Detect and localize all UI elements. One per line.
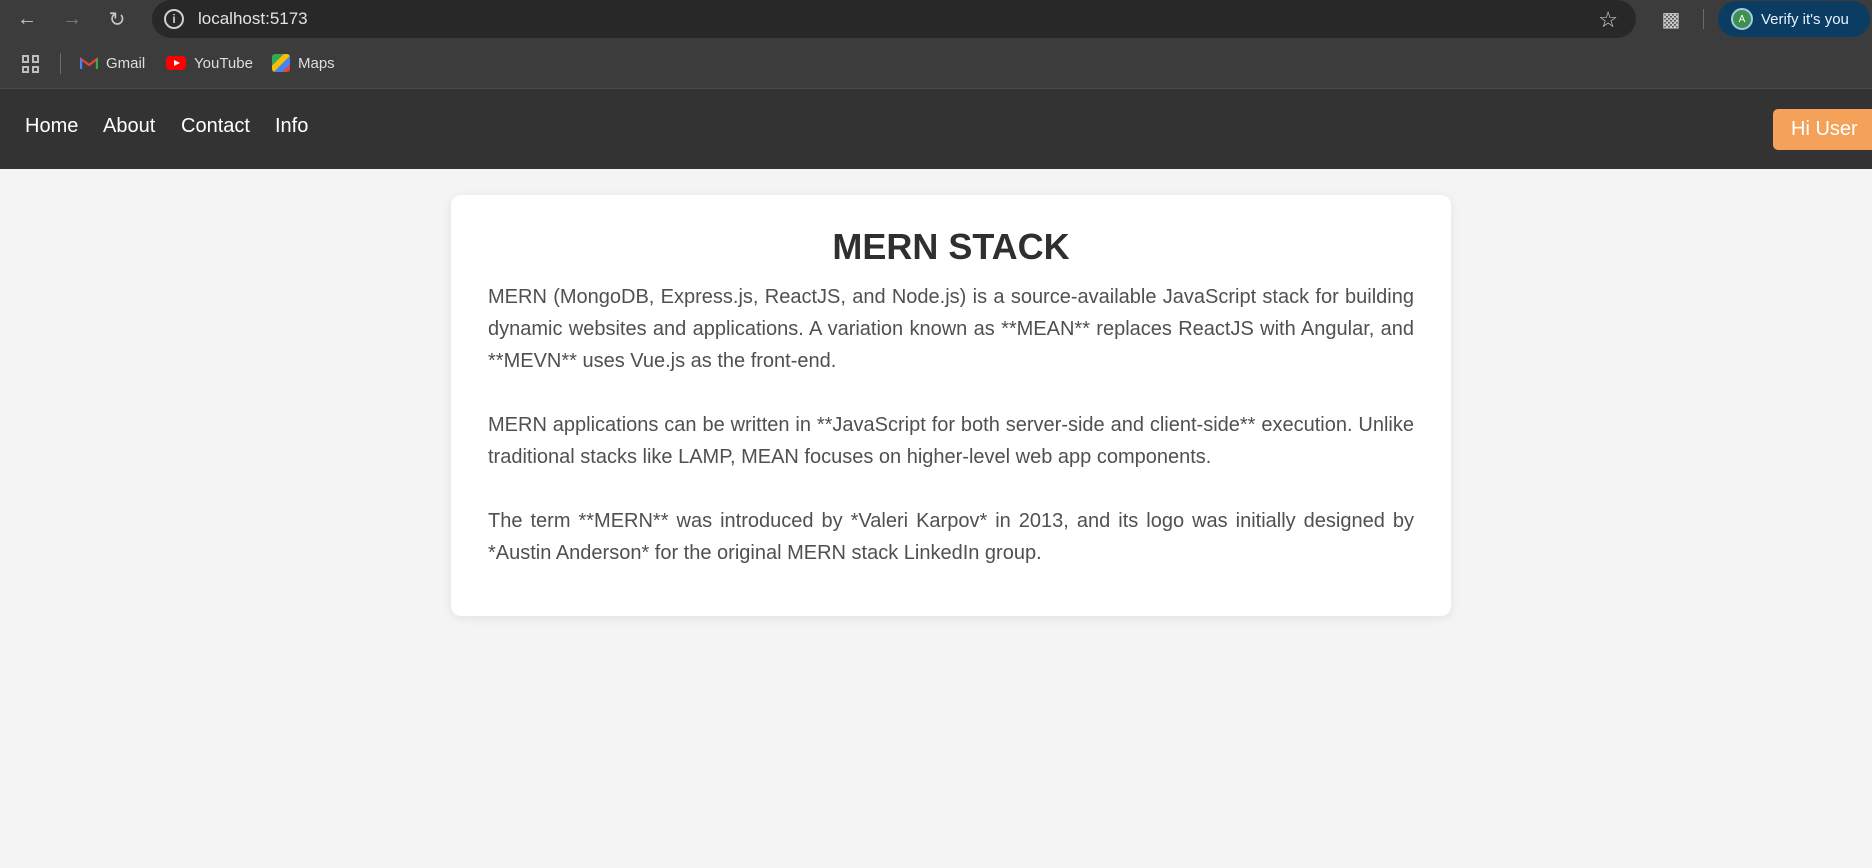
address-bar[interactable]: i localhost:5173 ☆ (152, 0, 1636, 38)
site-info-icon[interactable]: i (164, 9, 184, 29)
avatar: A (1731, 8, 1753, 30)
bookmark-maps[interactable]: Maps (272, 52, 335, 74)
paragraph-usage: MERN applications can be written in **Ja… (488, 414, 1414, 468)
bookmarks-bar: Gmail YouTube Maps (0, 38, 1872, 89)
bookmarks-divider (60, 53, 61, 74)
bookmark-gmail[interactable]: Gmail (79, 52, 146, 74)
paragraph-intro: MERN (MongoDB, Express.js, ReactJS, and … (488, 286, 1414, 372)
gmail-icon (79, 56, 99, 70)
bookmark-label: YouTube (194, 54, 253, 72)
app-navbar: Home About Contact Info Hi User (0, 89, 1872, 169)
forward-arrow-icon[interactable]: → (57, 4, 87, 34)
paragraph-history: The term **MERN** was introduced by *Val… (488, 510, 1414, 564)
bookmark-youtube[interactable]: YouTube (166, 52, 253, 74)
apps-grid-icon[interactable] (22, 55, 40, 73)
back-arrow-icon[interactable]: ← (12, 4, 42, 34)
url-text[interactable]: localhost:5173 (198, 9, 308, 29)
browser-toolbar: ← → ↻ i localhost:5173 ☆ ▩ A Verify it's… (0, 0, 1872, 38)
content-card: MERN STACK MERN (MongoDB, Express.js, Re… (451, 195, 1451, 616)
nav-link-about[interactable]: About (103, 115, 155, 138)
bookmark-label: Gmail (106, 54, 146, 72)
extensions-icon[interactable]: ▩ (1658, 6, 1684, 32)
nav-link-contact[interactable]: Contact (181, 115, 250, 138)
page-title: MERN STACK (832, 226, 1070, 267)
nav-link-home[interactable]: Home (25, 115, 78, 138)
reload-icon[interactable]: ↻ (102, 4, 132, 34)
toolbar-divider (1703, 9, 1704, 29)
profile-verify-label: Verify it's you (1761, 10, 1849, 28)
youtube-icon (166, 56, 186, 70)
bookmark-label: Maps (298, 54, 335, 72)
nav-link-info[interactable]: Info (275, 115, 308, 138)
user-greeting-button[interactable]: Hi User (1773, 109, 1872, 150)
profile-verify-button[interactable]: A Verify it's you (1718, 1, 1870, 37)
maps-icon (272, 54, 290, 72)
bookmark-star-icon[interactable]: ☆ (1598, 7, 1618, 33)
